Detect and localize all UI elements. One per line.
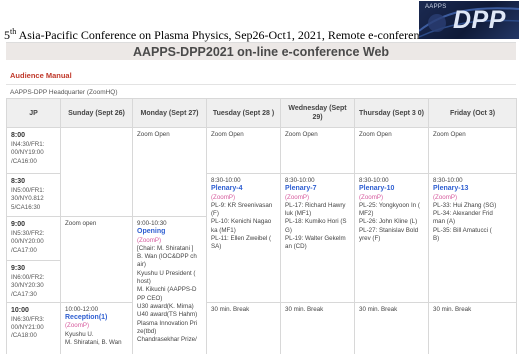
- session-cell: 30 min. Break: [354, 301, 429, 354]
- session-cell: Zoom open: [60, 216, 133, 303]
- session-link[interactable]: Opening: [137, 228, 202, 236]
- session-cell: Zoom Open: [354, 127, 429, 174]
- session-link[interactable]: Plenary-4: [211, 185, 276, 193]
- session-cell: Zoom Open: [206, 127, 281, 174]
- session-cell: Zoom Open: [132, 127, 207, 217]
- session-cell-plenary-4: 8:30-10:00 Plenary-4 (ZoomP) PL-9: KR Sr…: [206, 173, 281, 303]
- session-cell: 30 min. Break: [280, 301, 355, 354]
- time-cell: 8:30 IN5:00/FR1: 30/NY0.812 5/CA16:30: [6, 173, 61, 217]
- session-cell-plenary-10: 8:30-10:00 Plenary-10 (ZoomP) PL-25: Yon…: [354, 173, 429, 303]
- aapps-dpp-logo: AAPPS DPP: [419, 1, 519, 39]
- session-link[interactable]: Reception(1): [65, 314, 128, 322]
- table-row: 10:00 IN6:30/FR3: 00/NY21:00 /CA18:00 10…: [6, 301, 517, 354]
- session-cell-reception: 10:00-12:00 Reception(1) (ZoomP) Kyushu …: [60, 301, 133, 354]
- hq-label: AAPPS-DPP Headquarter (ZoomHQ): [10, 89, 118, 96]
- schedule-table: JP Sunday (Sept 26) Monday (Sept 27) Tue…: [6, 98, 517, 354]
- session-cell-plenary-7: 8:30-10:00 Plenary-7 (ZoomP) PL-17: Rich…: [280, 173, 355, 303]
- time-cell: 8:00 IN4:30/FR1: 00/NY19:00 /CA16:00: [6, 127, 61, 174]
- time-cell: 9:30 IN6:00/FR2: 30/NY20:30 /CA17:30: [6, 260, 61, 303]
- col-header-wednesday: Wednesday (Sept 29): [280, 98, 355, 128]
- col-header-jp: JP: [6, 98, 61, 128]
- table-header-row: JP Sunday (Sept 26) Monday (Sept 27) Tue…: [6, 98, 517, 128]
- session-cell-opening: 9:00-10:30 Opening (ZoomP) [Chair: M. Sh…: [132, 216, 207, 354]
- col-header-friday: Friday (Oct 3): [428, 98, 517, 128]
- session-cell: Zoom Open: [428, 127, 517, 174]
- conference-title: 5th Asia-Pacific Conference on Plasma Ph…: [4, 27, 431, 42]
- col-header-thursday: Thursday (Sept 3 0): [354, 98, 429, 128]
- session-link[interactable]: Plenary-13: [433, 185, 512, 193]
- time-cell: 10:00 IN6:30/FR3: 00/NY21:00 /CA18:00: [6, 301, 61, 354]
- col-header-tuesday: Tuesday (Sept 28 ): [206, 98, 281, 128]
- divider: [6, 84, 516, 85]
- col-header-monday: Monday (Sept 27): [132, 98, 207, 128]
- page-title: AAPPS-DPP2021 on-line e-conference Web: [6, 42, 516, 60]
- section-heading: Audience Manual: [10, 71, 72, 80]
- session-link[interactable]: Plenary-10: [359, 185, 424, 193]
- session-cell-plenary-13: 8:30-10:00 Plenary-13 (ZoomP) PL-33: Hui…: [428, 173, 517, 303]
- col-header-sunday: Sunday (Sept 26): [60, 98, 133, 128]
- empty-cell: [60, 127, 133, 217]
- session-cell: 30 min. Break: [428, 301, 517, 354]
- session-link[interactable]: Plenary-7: [285, 185, 350, 193]
- session-cell: Zoom Open: [280, 127, 355, 174]
- session-cell: 30 min. Break: [206, 301, 281, 354]
- time-cell: 9:00 IN5:30/FR2: 00/NY20:00 /CA17:00: [6, 216, 61, 261]
- table-row: 8:00 IN4:30/FR1: 00/NY19:00 /CA16:00 Zoo…: [6, 127, 517, 217]
